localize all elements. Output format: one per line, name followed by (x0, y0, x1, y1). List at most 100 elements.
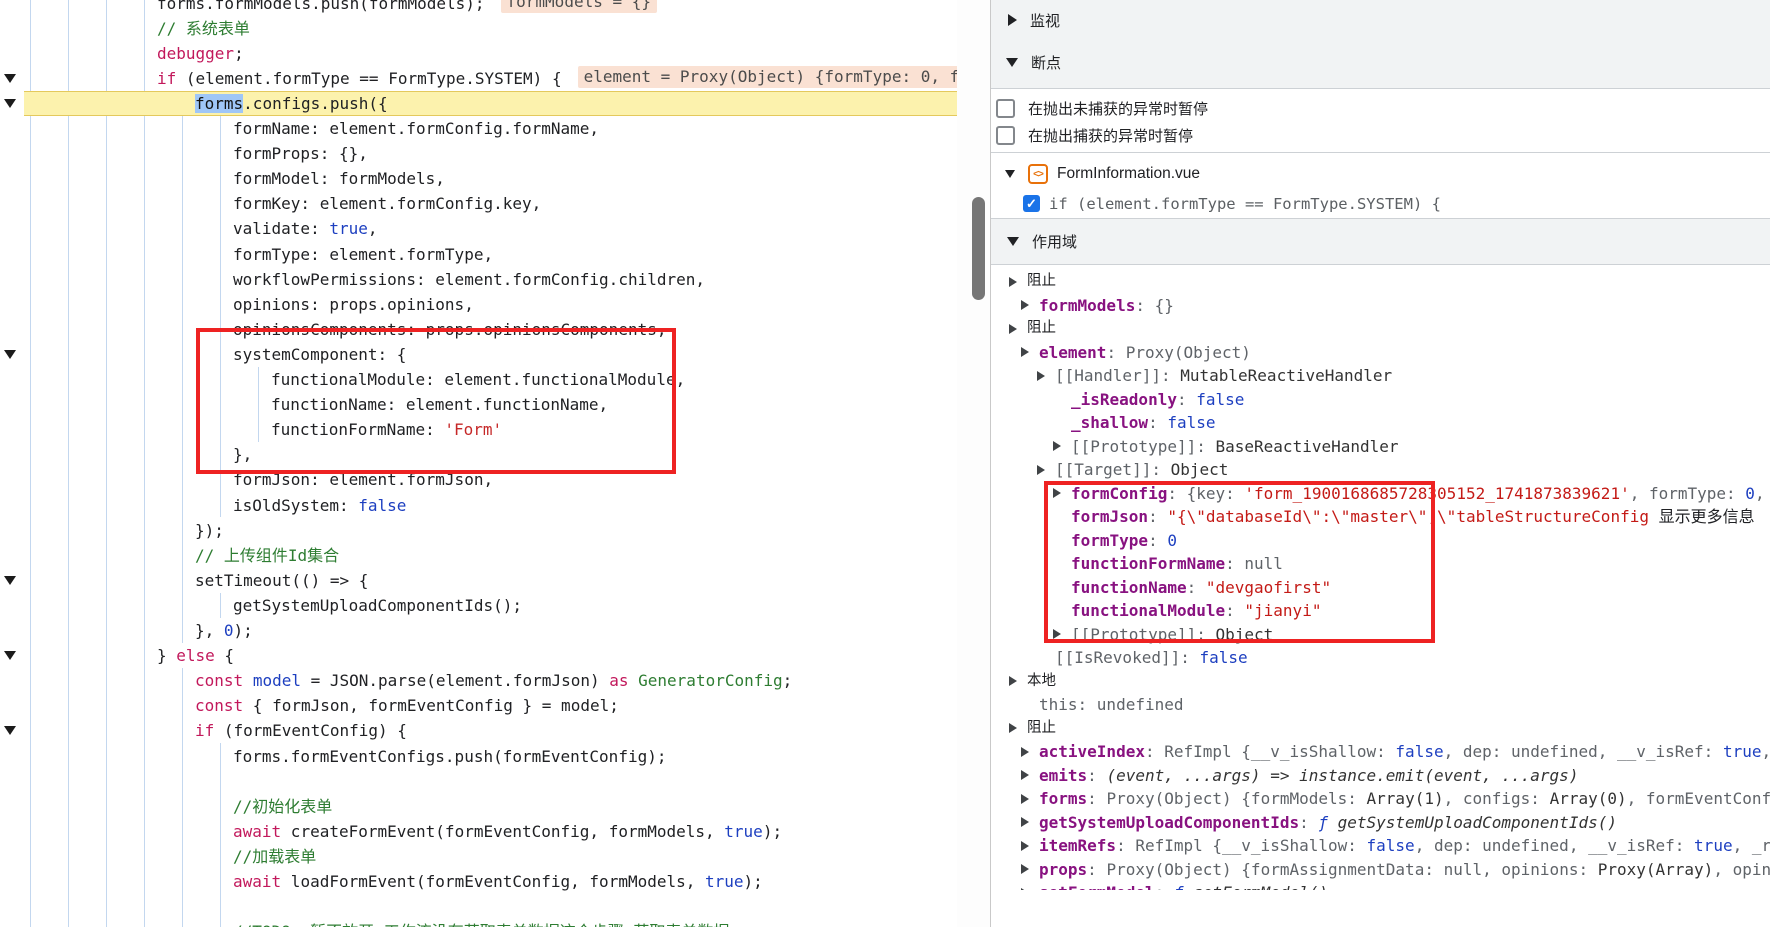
disclosure-arrow-icon[interactable] (1009, 723, 1017, 733)
code-line[interactable]: formModel: formModels, (24, 166, 957, 191)
code-token: }, (195, 621, 224, 640)
disclosure-arrow-icon[interactable] (1009, 277, 1017, 287)
disclosure-arrow-icon[interactable] (1009, 676, 1017, 686)
disclosure-arrow-icon[interactable] (1037, 465, 1045, 475)
variable-value: , opinions: (1482, 858, 1598, 882)
breakpoint-enabled-checkbox[interactable]: ✓ (1023, 195, 1040, 212)
scope-variable-row[interactable]: activeIndex: RefImpl {__v_isShallow: fal… (991, 740, 1770, 764)
fold-arrow-icon[interactable] (4, 576, 16, 585)
editor-scrollbar[interactable] (957, 0, 990, 927)
fold-arrow-icon[interactable] (4, 350, 16, 359)
chevron-down-icon[interactable] (1007, 237, 1019, 246)
code-line[interactable]: formKey: element.formConfig.key, (24, 191, 957, 216)
fold-arrow-icon[interactable] (4, 651, 16, 660)
code-line[interactable]: const { formJson, formEventConfig } = mo… (24, 693, 957, 718)
code-line[interactable]: await createFormEvent(formEventConfig, f… (24, 819, 957, 844)
code-token: debugger (157, 44, 234, 63)
code-line[interactable]: // 系统表单 (24, 16, 957, 41)
scope-variable-row[interactable]: [[Target]]: Object (991, 458, 1770, 482)
scope-section-row[interactable]: 阻止 (991, 270, 1770, 294)
section-watch[interactable]: 监视 (991, 0, 1770, 40)
disclosure-arrow-icon[interactable] (1021, 841, 1029, 851)
code-line[interactable]: workflowPermissions: element.formConfig.… (24, 267, 957, 292)
scope-section-row[interactable]: 本地 (991, 670, 1770, 694)
code-line[interactable]: //加载表单 (24, 844, 957, 869)
code-line[interactable] (24, 894, 957, 919)
pause-uncaught-label: 在抛出未捕获的异常时暂停 (1028, 98, 1208, 119)
code-line[interactable]: const model = JSON.parse(element.formJso… (24, 668, 957, 693)
disclosure-arrow-icon[interactable] (1053, 441, 1061, 451)
scope-variable-row[interactable]: emits: (event, ...args) => instance.emit… (991, 764, 1770, 788)
scope-variable-row[interactable]: itemRefs: RefImpl {__v_isShallow: false,… (991, 834, 1770, 858)
scope-section-row[interactable]: 阻止 (991, 717, 1770, 741)
chevron-down-icon[interactable] (1005, 170, 1015, 178)
scope-variable-row[interactable]: this: undefined (991, 693, 1770, 717)
code-line[interactable]: forms.formModels.push(formModels);formMo… (24, 0, 957, 16)
inline-eval-widget: formModels = {} (501, 0, 658, 13)
scope-variable-row[interactable]: _shallow: false (991, 411, 1770, 435)
disclosure-arrow-icon[interactable] (1037, 371, 1045, 381)
code-line[interactable]: validate: true, (24, 216, 957, 241)
code-line[interactable]: opinions: props.opinions, (24, 292, 957, 317)
breakpoint-entry-row[interactable]: ✓ if (element.formType == FormType.SYSTE… (991, 189, 1770, 218)
code-line[interactable]: }, 0); (24, 618, 957, 643)
code-line[interactable]: if (formEventConfig) { (24, 718, 957, 743)
scope-section-row[interactable]: 阻止 (991, 317, 1770, 341)
breakpoint-file-row[interactable]: <> FormInformation.vue (991, 159, 1770, 189)
scope-variable-row[interactable]: [[Prototype]]: BaseReactiveHandler (991, 435, 1770, 459)
scope-variable-row[interactable]: getSystemUploadComponentIds: ƒ getSystem… (991, 811, 1770, 835)
code-line[interactable]: forms.formEventConfigs.push(formEventCon… (24, 744, 957, 769)
scrollbar-thumb[interactable] (972, 197, 985, 300)
code-line[interactable]: isOldSystem: false (24, 493, 957, 518)
chevron-right-icon[interactable] (1008, 14, 1017, 26)
separator: : (1135, 294, 1154, 318)
scope-variable-row[interactable]: setFormModel: ƒ setFormModel() (991, 881, 1770, 890)
disclosure-arrow-icon[interactable] (1021, 770, 1029, 780)
code-token: ; (234, 44, 244, 63)
code-line[interactable]: // 上传组件Id集合 (24, 543, 957, 568)
variable-value: Array(0) (1550, 787, 1627, 811)
fold-arrow-icon[interactable] (4, 99, 16, 108)
checkbox-uncaught-exceptions[interactable] (996, 99, 1015, 118)
disclosure-arrow-icon[interactable] (1021, 817, 1029, 827)
disclosure-arrow-icon[interactable] (1021, 864, 1029, 874)
scope-variable-row[interactable]: [[IsRevoked]]: false (991, 646, 1770, 670)
scope-variable-row[interactable]: element: Proxy(Object) (991, 341, 1770, 365)
fold-arrow-icon[interactable] (4, 74, 16, 83)
execution-line[interactable]: forms.configs.push({ (24, 91, 957, 116)
disclosure-arrow-icon[interactable] (1021, 300, 1029, 310)
code-line[interactable]: formName: element.formConfig.formName, (24, 116, 957, 141)
scope-variable-row[interactable]: forms: Proxy(Object) {formModels: Array(… (991, 787, 1770, 811)
code-line[interactable]: getSystemUploadComponentIds(); (24, 593, 957, 618)
code-line[interactable] (24, 769, 957, 794)
scope-variable-row[interactable]: _isReadonly: false (991, 388, 1770, 412)
code-line[interactable]: //初始化表单 (24, 794, 957, 819)
pause-uncaught-row[interactable]: 在抛出未捕获的异常时暂停 (991, 95, 1770, 122)
disclosure-arrow-icon[interactable] (1021, 794, 1029, 804)
code-line[interactable]: setTimeout(() => { (24, 568, 957, 593)
code-token: { formJson, formEventConfig } = model; (243, 696, 619, 715)
section-breakpoints[interactable]: 断点 (991, 40, 1770, 84)
code-line[interactable]: debugger; (24, 41, 957, 66)
variable-value: , dep: undefined, __v_isRef: (1444, 740, 1723, 764)
checkbox-caught-exceptions[interactable] (996, 126, 1015, 145)
pause-caught-row[interactable]: 在抛出捕获的异常时暂停 (991, 122, 1770, 149)
code-line[interactable]: } else { (24, 643, 957, 668)
scope-variable-row[interactable]: [[Handler]]: MutableReactiveHandler (991, 364, 1770, 388)
disclosure-arrow-icon[interactable] (1021, 888, 1029, 890)
scope-variable-row[interactable]: formModels: {} (991, 294, 1770, 318)
chevron-down-icon[interactable] (1006, 58, 1018, 67)
code-token (629, 671, 639, 690)
code-line[interactable]: }); (24, 518, 957, 543)
code-line[interactable]: await loadFormEvent(formEventConfig, for… (24, 869, 957, 894)
code-line[interactable]: formType: element.formType, (24, 242, 957, 267)
code-line[interactable]: //TODO: 暂不放开,工作流没有获取表单数据这个步骤,获取表单数据 (24, 919, 957, 927)
code-line[interactable]: formProps: {}, (24, 141, 957, 166)
disclosure-arrow-icon[interactable] (1021, 347, 1029, 357)
scope-variable-row[interactable]: props: Proxy(Object) {formAssignmentData… (991, 858, 1770, 882)
fold-arrow-icon[interactable] (4, 726, 16, 735)
disclosure-arrow-icon[interactable] (1009, 324, 1017, 334)
disclosure-arrow-icon[interactable] (1021, 747, 1029, 757)
code-line[interactable]: if (element.formType == FormType.SYSTEM)… (24, 66, 957, 91)
section-scope[interactable]: 作用域 (991, 219, 1770, 265)
